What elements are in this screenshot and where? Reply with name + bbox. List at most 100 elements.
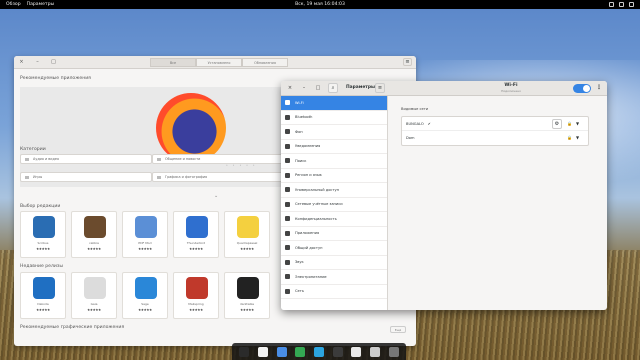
sidebar-item-label: Звук bbox=[295, 260, 304, 265]
power-icon bbox=[285, 274, 290, 280]
close-icon[interactable]: × bbox=[18, 59, 25, 66]
dock-app-icon[interactable] bbox=[313, 346, 324, 357]
sidebar-item-power[interactable]: Электропитание bbox=[281, 270, 387, 285]
dock-app-icon[interactable] bbox=[332, 346, 343, 357]
app-tile[interactable]: Sage ★★★★★ bbox=[122, 272, 168, 319]
app-tile[interactable]: Scribus ★★★★★ bbox=[20, 211, 66, 258]
app-name: Dakoda bbox=[37, 302, 49, 306]
flag-icon bbox=[285, 172, 290, 178]
app-tile[interactable]: Gaia ★★★★★ bbox=[71, 272, 117, 319]
sidebar-item-label: Регион и язык bbox=[295, 173, 322, 178]
chevron-down-icon[interactable]: ⌄ bbox=[214, 193, 218, 199]
gear-icon[interactable]: ⚙ bbox=[552, 119, 562, 129]
dock-app-icon[interactable] bbox=[239, 346, 250, 357]
sidebar-item-notifications[interactable]: Уведомления bbox=[281, 140, 387, 154]
close-icon[interactable]: × bbox=[286, 85, 294, 91]
signal-icon: ▼ bbox=[576, 135, 580, 140]
app-icon bbox=[135, 277, 157, 299]
panel-title: Wi-Fi bbox=[504, 83, 518, 88]
app-tile[interactable]: Dakoda ★★★★★ bbox=[20, 272, 66, 319]
tab-installed[interactable]: Установлено bbox=[196, 58, 242, 67]
sidebar-item-online-accounts[interactable]: Сетевые учётные записи bbox=[281, 198, 387, 212]
sidebar-item-label: Конфиденциальность bbox=[295, 216, 337, 221]
visible-networks-label: Видимые сети bbox=[401, 107, 429, 111]
sidebar-item-label: Bluetooth bbox=[295, 115, 313, 120]
sidebar-item-label: Фон bbox=[295, 129, 303, 134]
sidebar-item-sound[interactable]: Звук bbox=[281, 256, 387, 270]
background-icon bbox=[285, 129, 290, 135]
app-icon bbox=[84, 216, 106, 238]
recommended-title: Рекомендуемые приложения bbox=[20, 76, 91, 81]
share-icon bbox=[285, 245, 290, 251]
sidebar-item-applications[interactable]: Приложения bbox=[281, 227, 387, 241]
sidebar-item-bluetooth[interactable]: Bluetooth bbox=[281, 111, 387, 125]
clock[interactable]: Вск, 19 мая 16:04:03 bbox=[0, 2, 640, 7]
dock-app-icon[interactable] bbox=[295, 346, 306, 357]
hand-icon bbox=[285, 216, 290, 222]
category-audio-video[interactable]: Аудио и видео bbox=[20, 154, 152, 164]
accessibility-icon bbox=[285, 187, 290, 193]
app-tile[interactable]: PDF Mod ★★★★★ bbox=[122, 211, 168, 258]
dock-app-icon[interactable] bbox=[276, 346, 287, 357]
sidebar-item-sharing[interactable]: Общий доступ bbox=[281, 241, 387, 256]
dock bbox=[232, 343, 406, 360]
app-tile[interactable]: Mailspring ★★★★★ bbox=[173, 272, 219, 319]
tab-updates[interactable]: Обновления bbox=[242, 58, 288, 67]
app-tile[interactable]: Quadrapassel ★★★★★ bbox=[224, 211, 270, 258]
volume-icon[interactable] bbox=[619, 1, 624, 7]
sidebar-item-label: Поиск bbox=[295, 158, 307, 163]
power-icon[interactable] bbox=[629, 1, 634, 7]
app-name: Gaia bbox=[90, 302, 98, 306]
dock-app-icon[interactable] bbox=[351, 346, 362, 357]
category-communication[interactable]: Общение и новости bbox=[152, 154, 284, 164]
menu-button[interactable]: ≡ bbox=[403, 58, 412, 66]
search-icon[interactable]: ⌕ bbox=[328, 83, 338, 93]
app-rating: ★★★★★ bbox=[138, 247, 152, 251]
network-name: Dom bbox=[406, 136, 415, 140]
apps-icon bbox=[285, 230, 290, 236]
speaker-icon bbox=[285, 259, 290, 265]
maximize-icon[interactable]: □ bbox=[314, 85, 322, 91]
app-icon bbox=[33, 216, 55, 238]
sidebar-item-label: Универсальный доступ bbox=[295, 187, 339, 192]
sidebar-item-label: Уведомления bbox=[295, 144, 321, 149]
wifi-toggle[interactable] bbox=[573, 84, 591, 93]
app-rating: ★★★★★ bbox=[36, 308, 50, 312]
sidebar-item-privacy[interactable]: Конфиденциальность bbox=[281, 212, 387, 227]
app-rating: ★★★★★ bbox=[189, 247, 203, 251]
app-rating: ★★★★★ bbox=[87, 308, 101, 312]
network-row[interactable]: BUNGALO ✔ ⚙ 🔒 ▼ bbox=[402, 117, 588, 131]
network-icon[interactable] bbox=[609, 1, 614, 7]
sidebar-item-region[interactable]: Регион и язык bbox=[281, 169, 387, 183]
sidebar-item-label: Wi-Fi bbox=[295, 100, 304, 105]
minimize-icon[interactable]: – bbox=[34, 59, 41, 66]
sidebar-item-search[interactable]: Поиск bbox=[281, 154, 387, 169]
check-icon: ✔ bbox=[427, 122, 431, 126]
more-button[interactable]: Ещё bbox=[390, 326, 406, 333]
app-rating: ★★★★★ bbox=[87, 247, 101, 251]
app-tile[interactable]: darktable ★★★★★ bbox=[224, 272, 270, 319]
sidebar-item-wifi[interactable]: Wi-Fi bbox=[281, 96, 387, 111]
minimize-icon[interactable]: – bbox=[300, 85, 308, 91]
editors-title: Выбор редакции bbox=[20, 204, 61, 209]
app-name: Quadrapassel bbox=[236, 241, 258, 245]
app-rating: ★★★★★ bbox=[240, 308, 254, 312]
app-name: PDF Mod bbox=[138, 241, 152, 245]
app-tile[interactable]: calibre ★★★★★ bbox=[71, 211, 117, 258]
network-row[interactable]: Dom 🔒 ▼ bbox=[402, 131, 588, 145]
sidebar-item-background[interactable]: Фон bbox=[281, 125, 387, 140]
maximize-icon[interactable]: □ bbox=[50, 59, 57, 66]
sidebar-item-network[interactable]: Сеть bbox=[281, 285, 387, 299]
dock-app-icon[interactable] bbox=[257, 346, 268, 357]
dock-app-icon[interactable] bbox=[388, 346, 399, 357]
sidebar-item-label: Сетевые учётные записи bbox=[295, 202, 343, 207]
sidebar-item-accessibility[interactable]: Универсальный доступ bbox=[281, 183, 387, 198]
tab-all[interactable]: Все bbox=[150, 58, 196, 67]
category-graphics[interactable]: Графика и фотография bbox=[152, 172, 284, 182]
app-icon bbox=[33, 277, 55, 299]
kebab-menu-icon[interactable]: ⋮ bbox=[596, 84, 602, 91]
settings-menu-button[interactable]: ≡ bbox=[375, 83, 385, 93]
app-tile[interactable]: Thunderbird ★★★★★ bbox=[173, 211, 219, 258]
dock-app-icon[interactable] bbox=[369, 346, 380, 357]
category-games[interactable]: Игры bbox=[20, 172, 152, 182]
